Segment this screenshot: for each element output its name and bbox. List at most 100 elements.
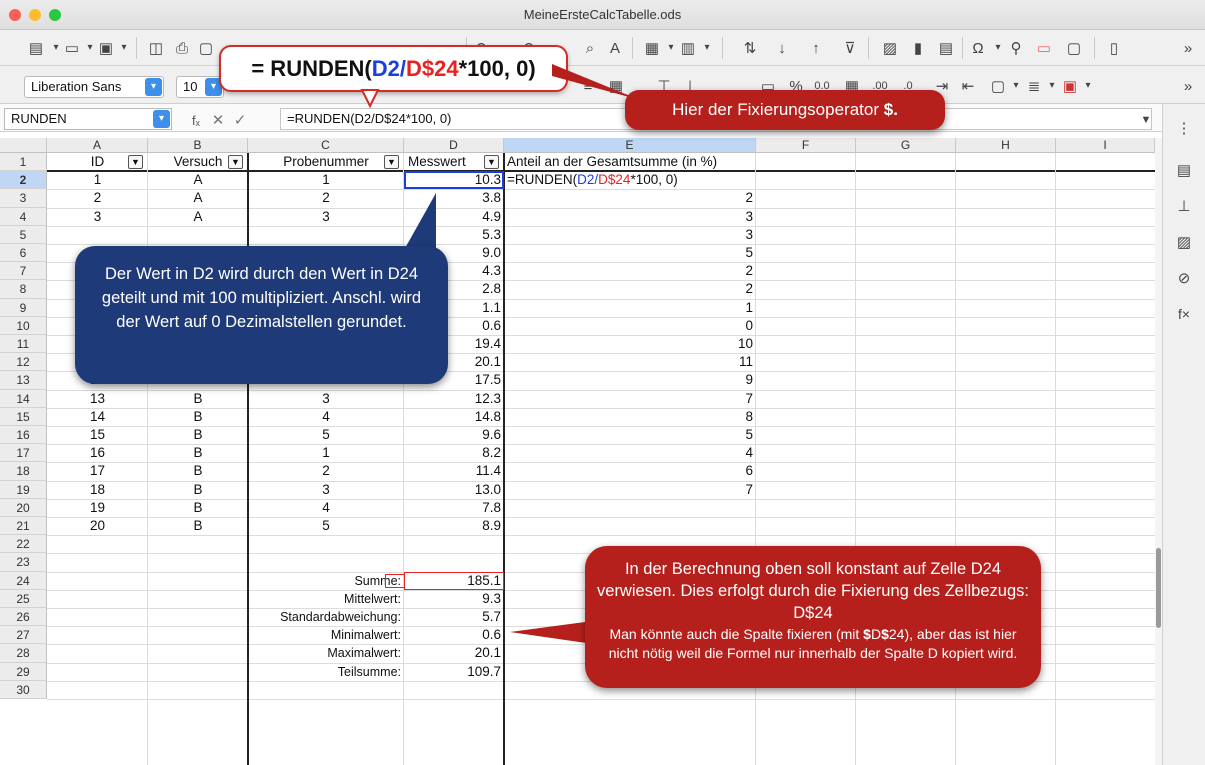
row-header-22[interactable]: 22 — [0, 535, 47, 554]
cell-e9[interactable]: 1 — [504, 299, 756, 317]
cell-d27[interactable]: 0.6 — [404, 626, 504, 644]
chevron-down-icon[interactable]: ▾ — [153, 110, 170, 128]
row-header-1[interactable]: 1 — [0, 153, 47, 172]
cell-a17[interactable]: 16 — [47, 444, 148, 462]
find-replace-icon[interactable]: ⌕ — [580, 38, 600, 58]
cell-a14[interactable]: 13 — [47, 390, 148, 408]
vertical-scrollbar[interactable] — [1155, 138, 1162, 765]
cell-c15[interactable]: 4 — [248, 408, 404, 426]
cell-e12[interactable]: 11 — [504, 353, 756, 371]
more-options-icon[interactable]: » — [1178, 38, 1198, 58]
column-header-d[interactable]: D — [404, 138, 504, 153]
dropdown-icon[interactable]: ▾ — [1006, 76, 1026, 96]
cell-b14[interactable]: B — [148, 390, 248, 408]
scrollbar-thumb[interactable] — [1156, 548, 1161, 628]
cell-c19[interactable]: 3 — [248, 481, 404, 499]
cell-c3[interactable]: 2 — [248, 189, 404, 207]
row-header-5[interactable]: 5 — [0, 225, 47, 244]
autofilter-icon[interactable]: ⊽ — [840, 38, 860, 58]
cell-e6[interactable]: 5 — [504, 244, 756, 262]
font-size-combobox[interactable]: 10 ▾ — [176, 76, 224, 98]
cell-c17[interactable]: 1 — [248, 444, 404, 462]
autofilter-button-c[interactable]: ▼ — [384, 155, 399, 169]
navigator-icon[interactable]: ⊘ — [1174, 268, 1194, 288]
cell-a20[interactable]: 19 — [47, 499, 148, 517]
dropdown-icon[interactable]: ▾ — [697, 38, 717, 58]
borders-icon[interactable]: ▢ — [988, 76, 1008, 96]
font-name-combobox[interactable]: Liberation Sans ▾ — [24, 76, 164, 98]
row-header-19[interactable]: 19 — [0, 480, 47, 499]
function-wizard-icon[interactable]: fₓ — [186, 110, 206, 130]
cell-e11[interactable]: 10 — [504, 335, 756, 353]
column-icon[interactable]: ▥ — [678, 38, 698, 58]
column-header-b[interactable]: B — [148, 138, 248, 153]
autofilter-button-d[interactable]: ▼ — [484, 155, 499, 169]
row-header-8[interactable]: 8 — [0, 280, 47, 299]
row-header-28[interactable]: 28 — [0, 644, 47, 663]
cell-c4[interactable]: 3 — [248, 208, 404, 226]
autofilter-button-a[interactable]: ▼ — [128, 155, 143, 169]
cell-e13[interactable]: 9 — [504, 371, 756, 389]
row-header-20[interactable]: 20 — [0, 498, 47, 517]
cell-d20[interactable]: 7.8 — [404, 499, 504, 517]
pivot-table-icon[interactable]: ▤ — [936, 38, 956, 58]
spelling-icon[interactable]: A — [605, 38, 625, 58]
cell-b17[interactable]: B — [148, 444, 248, 462]
cell-b21[interactable]: B — [148, 517, 248, 535]
row-header-26[interactable]: 26 — [0, 608, 47, 627]
column-header-f[interactable]: F — [756, 138, 856, 153]
more-options-icon[interactable]: ⋮ — [1174, 118, 1194, 138]
column-header-h[interactable]: H — [956, 138, 1056, 153]
cell-c18[interactable]: 2 — [248, 462, 404, 480]
gallery-icon[interactable]: ▨ — [1174, 232, 1194, 252]
cancel-icon[interactable]: ✕ — [208, 110, 228, 130]
row-header-25[interactable]: 25 — [0, 589, 47, 608]
border-color-icon[interactable]: ▣ — [1060, 76, 1080, 96]
cell-e10[interactable]: 0 — [504, 317, 756, 335]
sort-descending-icon[interactable]: ↑ — [806, 38, 826, 58]
cell-d15[interactable]: 14.8 — [404, 408, 504, 426]
decrease-indent-icon[interactable]: ⇤ — [958, 76, 978, 96]
sort-ascending-icon[interactable]: ↓ — [772, 38, 792, 58]
hyperlink-icon[interactable]: ⚲ — [1006, 38, 1026, 58]
row-header-16[interactable]: 16 — [0, 426, 47, 445]
maximize-window-button[interactable] — [49, 9, 61, 21]
cell-e18[interactable]: 6 — [504, 462, 756, 480]
cell-c2[interactable]: 1 — [248, 171, 404, 189]
row-header-4[interactable]: 4 — [0, 207, 47, 226]
cell-e16[interactable]: 5 — [504, 426, 756, 444]
expand-formula-icon[interactable]: ▼ — [1136, 110, 1156, 130]
cell-c14[interactable]: 3 — [248, 390, 404, 408]
cell-d18[interactable]: 11.4 — [404, 462, 504, 480]
row-header-12[interactable]: 12 — [0, 353, 47, 372]
cell-e19[interactable]: 7 — [504, 481, 756, 499]
cell-b19[interactable]: B — [148, 481, 248, 499]
column-header-c[interactable]: C — [248, 138, 404, 153]
row-header-3[interactable]: 3 — [0, 189, 47, 208]
cell-a15[interactable]: 14 — [47, 408, 148, 426]
cell-a3[interactable]: 2 — [47, 189, 148, 207]
cell-a16[interactable]: 15 — [47, 426, 148, 444]
row-header-6[interactable]: 6 — [0, 244, 47, 263]
cell-e3[interactable]: 2 — [504, 189, 756, 207]
cell-d14[interactable]: 12.3 — [404, 390, 504, 408]
cell-d16[interactable]: 9.6 — [404, 426, 504, 444]
close-window-button[interactable] — [9, 9, 21, 21]
border-style-icon[interactable]: ≣ — [1024, 76, 1044, 96]
cell-d29[interactable]: 109.7 — [404, 663, 504, 681]
row-header-2[interactable]: 2 — [0, 171, 47, 190]
minimize-window-button[interactable] — [29, 9, 41, 21]
chevron-down-icon[interactable]: ▾ — [145, 78, 162, 96]
cell-d28[interactable]: 20.1 — [404, 644, 504, 662]
row-header-27[interactable]: 27 — [0, 626, 47, 645]
cell-e15[interactable]: 8 — [504, 408, 756, 426]
cell-d17[interactable]: 8.2 — [404, 444, 504, 462]
align-icon[interactable]: ≡ — [578, 76, 598, 96]
row-header-15[interactable]: 15 — [0, 407, 47, 426]
freeze-icon[interactable]: ▯ — [1104, 38, 1124, 58]
cell-e1[interactable]: Anteil an der Gesamtsumme (in %) — [504, 153, 756, 171]
comment-icon[interactable]: ▭ — [1034, 38, 1054, 58]
cell-b15[interactable]: B — [148, 408, 248, 426]
row-header-13[interactable]: 13 — [0, 371, 47, 390]
cell-c21[interactable]: 5 — [248, 517, 404, 535]
